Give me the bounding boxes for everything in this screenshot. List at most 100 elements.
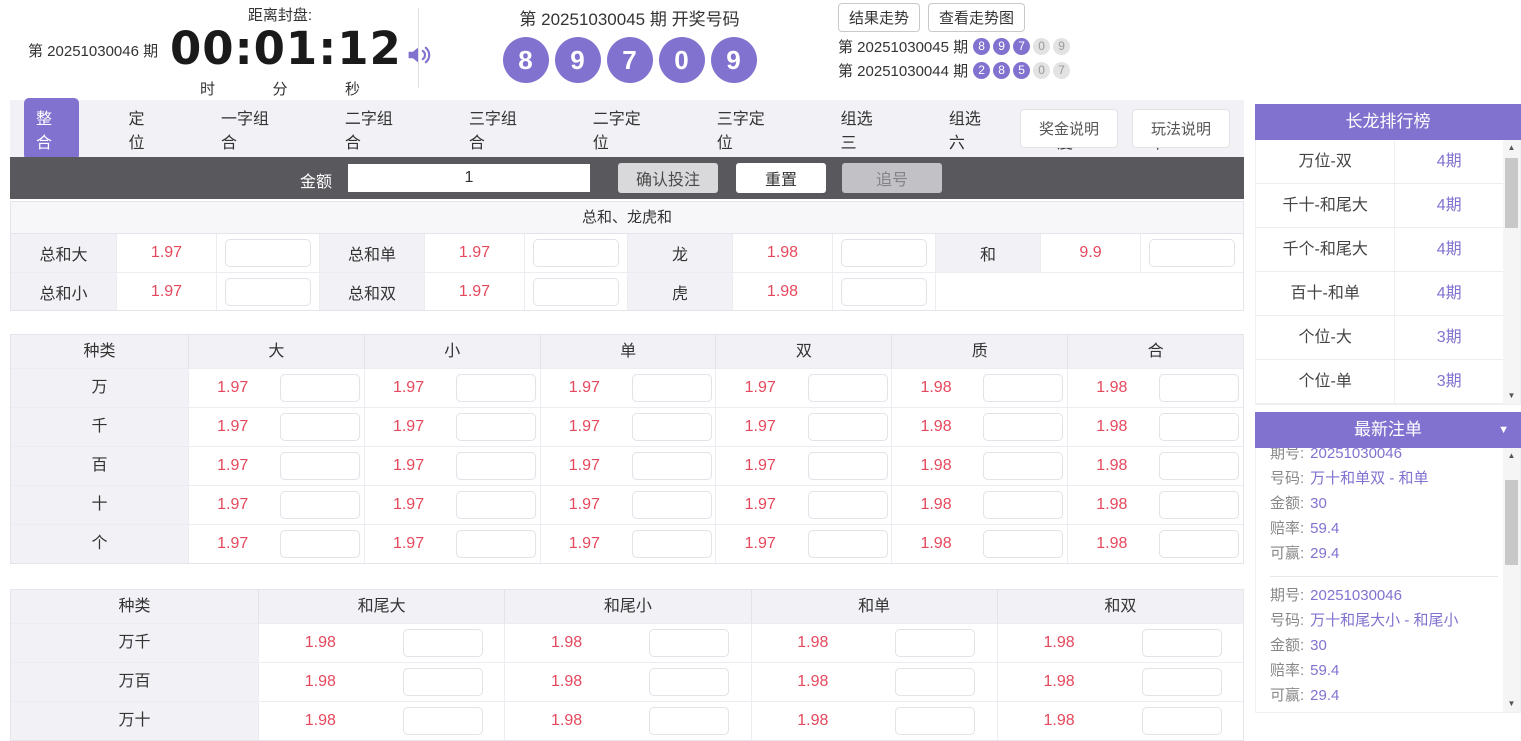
- bet-amount-input[interactable]: [1141, 707, 1222, 735]
- bet-amount-input[interactable]: [841, 277, 927, 306]
- bet-toolbar: 金额 确认投注 重置 追号: [10, 157, 1244, 199]
- list-item[interactable]: 百十-和单 4期: [1256, 272, 1503, 316]
- scrollbar-thumb[interactable]: [1505, 480, 1518, 565]
- result-trend-button[interactable]: 结果走势: [838, 3, 921, 32]
- bet-amount-input[interactable]: [280, 530, 361, 558]
- tab-yizi-zuhe[interactable]: 一字组合: [209, 98, 296, 160]
- bet-amount-input[interactable]: [649, 668, 730, 696]
- bet-amount-input[interactable]: [631, 374, 712, 402]
- scrollbar[interactable]: ▲ ▼: [1503, 448, 1520, 712]
- bet-amount-input[interactable]: [1159, 374, 1240, 402]
- bet-amount-input[interactable]: [455, 491, 536, 519]
- chase-number-button[interactable]: 追号: [842, 163, 942, 193]
- bet-amount-input[interactable]: [1149, 239, 1235, 267]
- bet-amount-input[interactable]: [649, 707, 730, 735]
- chevron-down-icon[interactable]: ▼: [1498, 412, 1509, 448]
- bet-amount-input[interactable]: [631, 413, 712, 441]
- tab-sanzi-dingwei[interactable]: 三字定位: [705, 98, 792, 160]
- scroll-down-icon[interactable]: ▼: [1503, 696, 1520, 712]
- bet-amount-input[interactable]: [533, 239, 619, 267]
- bet-amount-input[interactable]: [983, 452, 1064, 480]
- bet-amount-input[interactable]: [1141, 668, 1222, 696]
- bet-amount-input[interactable]: [895, 629, 976, 657]
- list-item[interactable]: 千十-和尾大 4期: [1256, 184, 1503, 228]
- bet-amount-input[interactable]: [807, 452, 888, 480]
- bet-amount-input[interactable]: [1159, 452, 1240, 480]
- tab-erzi-zuhe[interactable]: 二字组合: [333, 98, 420, 160]
- bet-amount-input[interactable]: [983, 374, 1064, 402]
- bet-amount-input[interactable]: [895, 707, 976, 735]
- bet-amount-input[interactable]: [402, 707, 483, 735]
- bet-amount-input[interactable]: [1141, 629, 1222, 657]
- dragon-count: 3期: [1394, 316, 1503, 359]
- scroll-up-icon[interactable]: ▲: [1503, 140, 1520, 156]
- bet-amount-input[interactable]: [455, 374, 536, 402]
- reset-button[interactable]: 重置: [736, 163, 826, 193]
- bet-amount-input[interactable]: [631, 530, 712, 558]
- tab-dingwei[interactable]: 定位: [116, 98, 171, 160]
- amount-input[interactable]: [348, 164, 590, 192]
- speaker-icon[interactable]: [406, 28, 433, 75]
- bet-amount-input[interactable]: [402, 668, 483, 696]
- bet-amount-input[interactable]: [631, 491, 712, 519]
- bet-amount-input[interactable]: [1159, 491, 1240, 519]
- col-header: 小: [363, 335, 540, 368]
- bet-amount-input[interactable]: [280, 491, 361, 519]
- bet-amount-input[interactable]: [1159, 530, 1240, 558]
- bet-amount-input[interactable]: [807, 491, 888, 519]
- bet-amount-input[interactable]: [1159, 413, 1240, 441]
- bet-issue: 20251030046: [1310, 587, 1402, 604]
- bet-amount-input[interactable]: [631, 452, 712, 480]
- bet-odds: 1.97: [392, 418, 425, 435]
- prize-info-button[interactable]: 奖金说明: [1019, 109, 1118, 148]
- bet-odds: 1.97: [217, 535, 249, 552]
- rules-info-button[interactable]: 玩法说明: [1131, 109, 1230, 148]
- tab-zuxuan3[interactable]: 组选三: [829, 98, 900, 160]
- scroll-up-icon[interactable]: ▲: [1503, 448, 1520, 464]
- bet-amount-input[interactable]: [983, 413, 1064, 441]
- bet-amount-input[interactable]: [807, 374, 888, 402]
- tab-zuxuan6[interactable]: 组选六: [937, 98, 1008, 160]
- bet-input-cell: [524, 272, 627, 310]
- scrollbar-thumb[interactable]: [1505, 158, 1518, 228]
- bet-amount-input[interactable]: [895, 668, 976, 696]
- tab-erzi-dingwei[interactable]: 二字定位: [581, 98, 668, 160]
- bet-amount-input[interactable]: [280, 452, 361, 480]
- bet-amount-input[interactable]: [455, 413, 536, 441]
- bet-amount-input[interactable]: [807, 413, 888, 441]
- bet-amount-input[interactable]: [533, 277, 619, 306]
- bet-amount-input[interactable]: [983, 491, 1064, 519]
- confirm-bet-button[interactable]: 确认投注: [618, 163, 718, 193]
- bet-odds: 1.97: [392, 496, 425, 513]
- bet-odds: 1.98: [550, 673, 583, 690]
- bet-odds: 1.97: [568, 379, 600, 396]
- bet-amount-input[interactable]: [455, 452, 536, 480]
- bet-amount-input[interactable]: [455, 530, 536, 558]
- list-item[interactable]: 万位-双 4期: [1256, 140, 1503, 184]
- view-trend-chart-button[interactable]: 查看走势图: [928, 3, 1026, 32]
- bet-odds: 1.98: [797, 673, 829, 690]
- bet-odds: 1.97: [424, 272, 524, 310]
- bet-amount-input[interactable]: [225, 239, 311, 267]
- field-label: 赔率:: [1270, 662, 1305, 679]
- history-balls: 2 8 5 0 7: [973, 62, 1071, 79]
- scrollbar[interactable]: ▲ ▼: [1503, 140, 1520, 404]
- bet-amount-input[interactable]: [807, 530, 888, 558]
- bet-amount-input[interactable]: [225, 277, 311, 306]
- field-label: 赔率:: [1270, 520, 1305, 537]
- bet-label: 总和大: [11, 234, 116, 272]
- bet-amount-input[interactable]: [280, 374, 361, 402]
- bet-amount-input[interactable]: [983, 530, 1064, 558]
- tab-zhenghe[interactable]: 整合: [24, 97, 80, 160]
- bet-amount-input[interactable]: [280, 413, 361, 441]
- bet-amount-input[interactable]: [402, 629, 483, 657]
- scroll-down-icon[interactable]: ▼: [1503, 388, 1520, 404]
- bet-amount-input[interactable]: [841, 239, 927, 267]
- list-item[interactable]: 个位-大 3期: [1256, 316, 1503, 360]
- tab-sanzi-zuhe[interactable]: 三字组合: [457, 98, 544, 160]
- list-item[interactable]: 千个-和尾大 4期: [1256, 228, 1503, 272]
- bet-odds: 1.97: [568, 496, 600, 513]
- list-item[interactable]: 个位-单 3期: [1256, 360, 1503, 404]
- bet-amount-input[interactable]: [649, 629, 730, 657]
- dragon-name: 千个-和尾大: [1282, 241, 1368, 258]
